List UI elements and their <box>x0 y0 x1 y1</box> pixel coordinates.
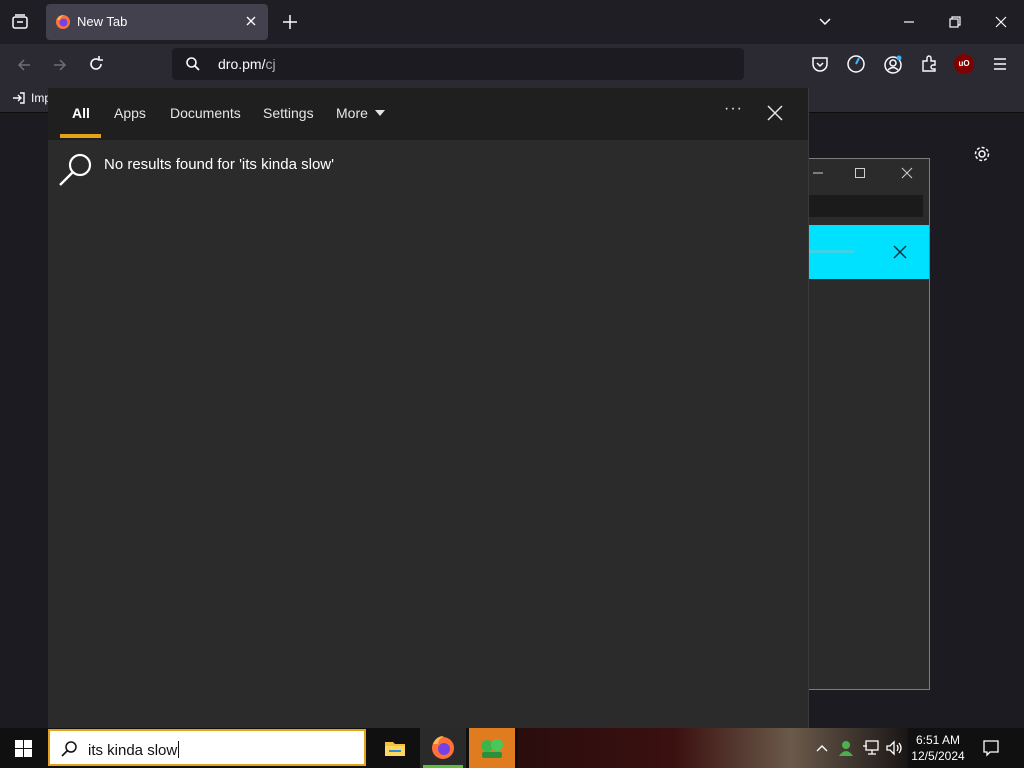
more-options-icon[interactable]: ··· <box>724 100 743 118</box>
cyan-banner <box>808 225 929 279</box>
navigation-toolbar: dro.pm/cj uO <box>0 44 1024 85</box>
search-box-icon <box>60 740 78 758</box>
taskbar-search-input[interactable]: its kinda slow <box>88 741 180 759</box>
forward-icon[interactable] <box>51 56 69 74</box>
bg-minimize-icon[interactable] <box>812 167 824 179</box>
url-path: cj <box>265 56 276 72</box>
new-tab-icon[interactable] <box>281 13 299 31</box>
timer-icon[interactable] <box>846 54 866 74</box>
url-host: dro.pm/ <box>218 56 266 72</box>
search-query: its kinda slow <box>88 742 178 759</box>
bg-maximize-icon[interactable] <box>854 167 866 179</box>
banner-progress <box>808 250 854 253</box>
more-chevron-icon <box>374 110 385 116</box>
network-icon[interactable] <box>862 739 880 757</box>
tab-new-tab[interactable]: New Tab <box>46 4 268 40</box>
magnifier-icon <box>58 152 94 188</box>
reload-icon[interactable] <box>87 55 105 73</box>
url-bar[interactable]: dro.pm/cj <box>172 48 744 80</box>
tab-more[interactable]: More <box>336 105 385 121</box>
background-window-titlebar <box>808 159 929 189</box>
menu-icon[interactable] <box>991 55 1009 73</box>
text-caret <box>178 741 180 758</box>
ublock-icon[interactable]: uO <box>954 54 974 74</box>
active-tab-indicator <box>60 134 101 138</box>
search-icon <box>185 56 201 72</box>
import-icon <box>12 91 26 105</box>
tab-strip: New Tab <box>0 0 1024 44</box>
url-text[interactable]: dro.pm/cj <box>218 56 276 72</box>
game-app-icon[interactable] <box>469 728 515 768</box>
background-window-field[interactable] <box>808 195 923 217</box>
close-tab-icon[interactable] <box>244 14 258 28</box>
tab-apps[interactable]: Apps <box>114 105 146 121</box>
tab-title: New Tab <box>77 14 128 29</box>
people-icon[interactable] <box>837 739 855 757</box>
show-hidden-icons-icon[interactable] <box>815 741 829 755</box>
bg-close-icon[interactable] <box>901 167 913 179</box>
pocket-icon[interactable] <box>811 55 829 73</box>
system-clock[interactable]: 6:51 AM 12/5/2024 <box>908 732 968 764</box>
close-search-icon[interactable] <box>767 105 783 121</box>
clock-date: 12/5/2024 <box>911 749 965 763</box>
taskbar: its kinda slow 6:51 AM 12/5/2024 <box>0 728 1024 768</box>
extensions-icon[interactable] <box>920 55 938 73</box>
tab-documents[interactable]: Documents <box>170 105 241 121</box>
clock-time: 6:51 AM <box>915 733 961 747</box>
back-icon[interactable] <box>15 56 33 74</box>
background-window <box>808 158 930 690</box>
gear-icon[interactable] <box>973 145 991 163</box>
file-explorer-icon[interactable] <box>372 728 418 768</box>
banner-close-icon[interactable] <box>893 245 907 259</box>
minimize-icon[interactable] <box>901 14 917 30</box>
restore-icon[interactable] <box>947 14 963 30</box>
firefox-icon[interactable] <box>420 728 466 768</box>
tab-more-label: More <box>336 105 368 121</box>
list-tabs-chevron-icon[interactable] <box>817 14 833 30</box>
notifications-icon[interactable] <box>982 739 1000 757</box>
firefox-tab-icon <box>55 14 71 30</box>
account-icon[interactable] <box>883 55 903 75</box>
search-panel-header: All Apps Documents Settings More ··· <box>48 88 808 140</box>
close-window-icon[interactable] <box>993 14 1009 30</box>
windows-search-panel: All Apps Documents Settings More ··· No … <box>48 88 809 728</box>
taskbar-search-box[interactable]: its kinda slow <box>48 729 366 766</box>
volume-icon[interactable] <box>885 739 903 757</box>
tab-settings[interactable]: Settings <box>263 105 314 121</box>
tab-overview-icon[interactable] <box>10 12 30 32</box>
no-results-message: No results found for 'its kinda slow' <box>104 156 334 173</box>
tab-all[interactable]: All <box>72 105 90 121</box>
windows-start-icon[interactable] <box>15 740 32 757</box>
